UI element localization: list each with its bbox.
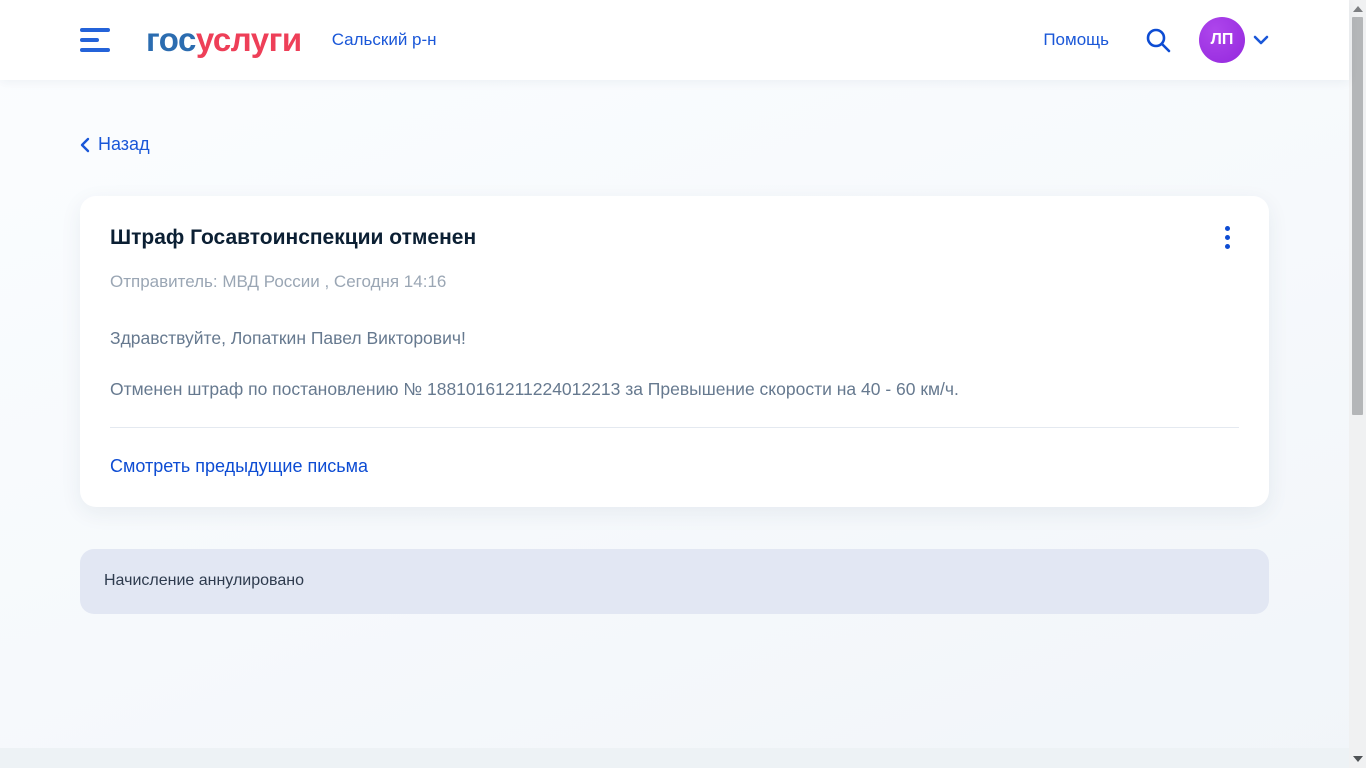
message-greeting: Здравствуйте, Лопаткин Павел Викторович! bbox=[110, 327, 466, 348]
header-right: Помощь ЛП bbox=[1043, 17, 1269, 63]
vertical-scrollbar[interactable] bbox=[1349, 0, 1366, 768]
previous-letters-link[interactable]: Смотреть предыдущие письма bbox=[110, 456, 368, 477]
message-card: Штраф Госавтоинспекции отменен Отправите… bbox=[80, 195, 1269, 507]
kebab-menu-icon[interactable] bbox=[1215, 224, 1239, 252]
page: гос услуги Сальский р-н Помощь ЛП Назад … bbox=[0, 0, 1366, 768]
help-link[interactable]: Помощь bbox=[1043, 30, 1109, 50]
chevron-left-icon bbox=[80, 137, 90, 152]
status-banner-text: Начисление аннулировано bbox=[104, 572, 304, 589]
message-sender-line: Отправитель: МВД России , Сегодня 14:16 bbox=[110, 271, 447, 291]
logo-part-red: услуги bbox=[195, 21, 302, 58]
region-selector[interactable]: Сальский р-н bbox=[332, 30, 437, 50]
main-content: Назад Штраф Госавтоинспекции отменен Отп… bbox=[0, 80, 1349, 614]
top-header: гос услуги Сальский р-н Помощь ЛП bbox=[0, 0, 1349, 80]
user-avatar[interactable]: ЛП bbox=[1199, 17, 1245, 63]
message-title: Штраф Госавтоинспекции отменен bbox=[110, 225, 477, 249]
status-banner: Начисление аннулировано bbox=[80, 548, 1269, 614]
message-body: Отменен штраф по постановлению № 1881016… bbox=[110, 378, 959, 399]
search-icon[interactable] bbox=[1143, 25, 1173, 55]
content-area: гос услуги Сальский р-н Помощь ЛП Назад … bbox=[0, 0, 1349, 768]
footer-strip bbox=[0, 748, 1349, 768]
hamburger-menu-icon[interactable] bbox=[80, 28, 110, 52]
back-link[interactable]: Назад bbox=[80, 134, 150, 155]
logo-part-blue: гос bbox=[146, 21, 196, 58]
scrollbar-down-arrow-icon[interactable] bbox=[1352, 756, 1363, 762]
gosuslugi-logo[interactable]: гос услуги bbox=[146, 21, 302, 59]
scrollbar-up-arrow-icon[interactable] bbox=[1352, 6, 1363, 12]
message-card-header: Штраф Госавтоинспекции отменен bbox=[110, 224, 1239, 252]
scrollbar-thumb[interactable] bbox=[1352, 17, 1363, 415]
back-link-label: Назад bbox=[98, 134, 150, 154]
chevron-down-icon[interactable] bbox=[1253, 35, 1269, 45]
divider bbox=[110, 426, 1239, 428]
